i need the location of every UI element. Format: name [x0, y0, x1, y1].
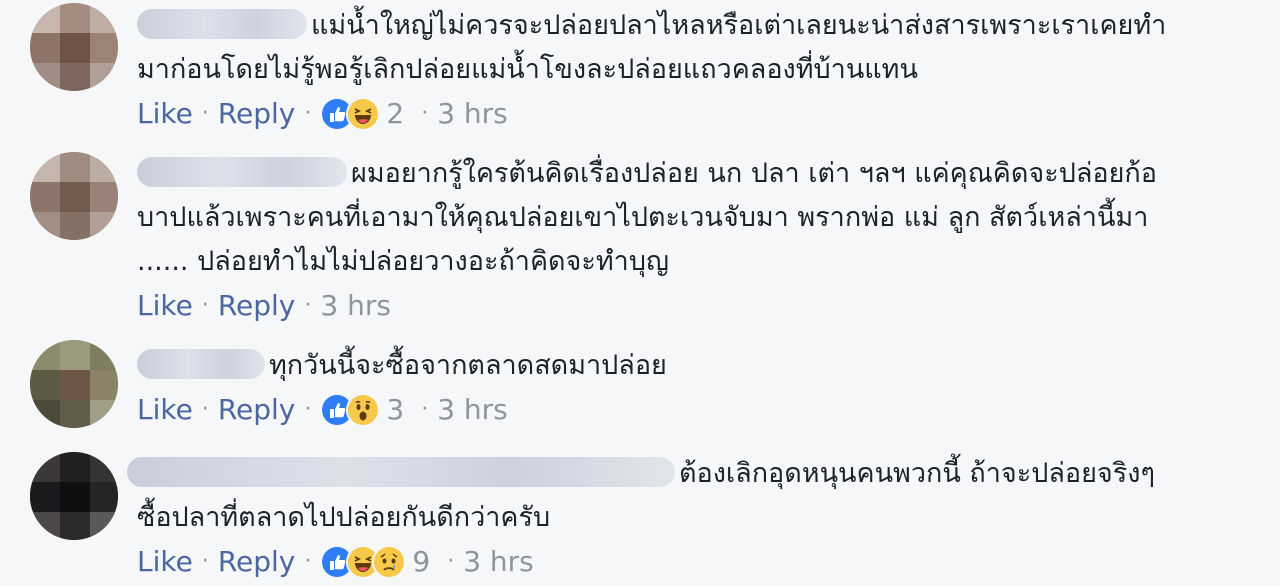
- avatar[interactable]: [30, 452, 118, 540]
- reaction-count: 3: [386, 393, 405, 426]
- comment-text: ต้องเลิกอุดหนุนคนพวกนี้ ถ้าจะปล่อยจริงๆซ…: [127, 452, 1240, 540]
- avatar[interactable]: [30, 3, 118, 91]
- commenter-name-blurred[interactable]: [137, 349, 265, 379]
- reply-link[interactable]: Reply: [218, 94, 296, 134]
- reaction-count: 2: [386, 97, 405, 130]
- avatar[interactable]: [30, 340, 118, 428]
- comment-text: แม่น้ำใหญ่ไม่ควรจะปล่อยปลาไหลหรือเต่าเลย…: [137, 9, 1167, 85]
- reactions-summary[interactable]: 9: [320, 542, 430, 582]
- like-link[interactable]: Like: [137, 542, 193, 582]
- reactions-summary[interactable]: 2: [320, 94, 404, 134]
- timestamp[interactable]: 3 hrs: [320, 286, 391, 326]
- reaction-count: 9: [412, 545, 431, 578]
- timestamp[interactable]: 3 hrs: [463, 542, 534, 582]
- comment-actions: Like · Reply · 9 · 3 hrs: [137, 542, 1240, 582]
- comment-4: ต้องเลิกอุดหนุนคนพวกนี้ ถ้าจะปล่อยจริงๆซ…: [0, 448, 1280, 586]
- comment-text: ทุกวันนี้จะซื้อจากตลาดสดมาปล่อย: [137, 344, 1240, 388]
- comment-3: ทุกวันนี้จะซื้อจากตลาดสดมาปล่อย Like · R…: [0, 340, 1280, 440]
- comment-2: ผมอยากรู้ใครต้นคิดเรื่องปล่อย นก ปลา เต่…: [0, 148, 1280, 338]
- reply-link[interactable]: Reply: [218, 390, 296, 430]
- comment-actions: Like · Reply · 3 hrs: [137, 286, 1240, 326]
- comment-text: ผมอยากรู้ใครต้นคิดเรื่องปล่อย นก ปลา เต่…: [137, 157, 1157, 277]
- wow-icon: [346, 393, 381, 427]
- comment-actions: Like · Reply · 3 · 3 hrs: [137, 390, 1240, 430]
- reactions-summary[interactable]: 3: [320, 390, 404, 430]
- commenter-name-blurred[interactable]: [137, 157, 347, 187]
- like-link[interactable]: Like: [137, 286, 193, 326]
- haha-icon: [346, 97, 381, 131]
- timestamp[interactable]: 3 hrs: [437, 94, 508, 134]
- commenter-name-blurred[interactable]: [137, 9, 307, 39]
- comment-actions: Like · Reply · 2 · 3 hrs: [137, 94, 1240, 134]
- commenter-name-blurred[interactable]: [127, 457, 675, 487]
- sad-icon: [372, 545, 407, 579]
- like-link[interactable]: Like: [137, 390, 193, 430]
- timestamp[interactable]: 3 hrs: [437, 390, 508, 430]
- like-link[interactable]: Like: [137, 94, 193, 134]
- reply-link[interactable]: Reply: [218, 286, 296, 326]
- comment-1: แม่น้ำใหญ่ไม่ควรจะปล่อยปลาไหลหรือเต่าเลย…: [0, 0, 1280, 140]
- avatar[interactable]: [30, 152, 118, 240]
- reply-link[interactable]: Reply: [218, 542, 296, 582]
